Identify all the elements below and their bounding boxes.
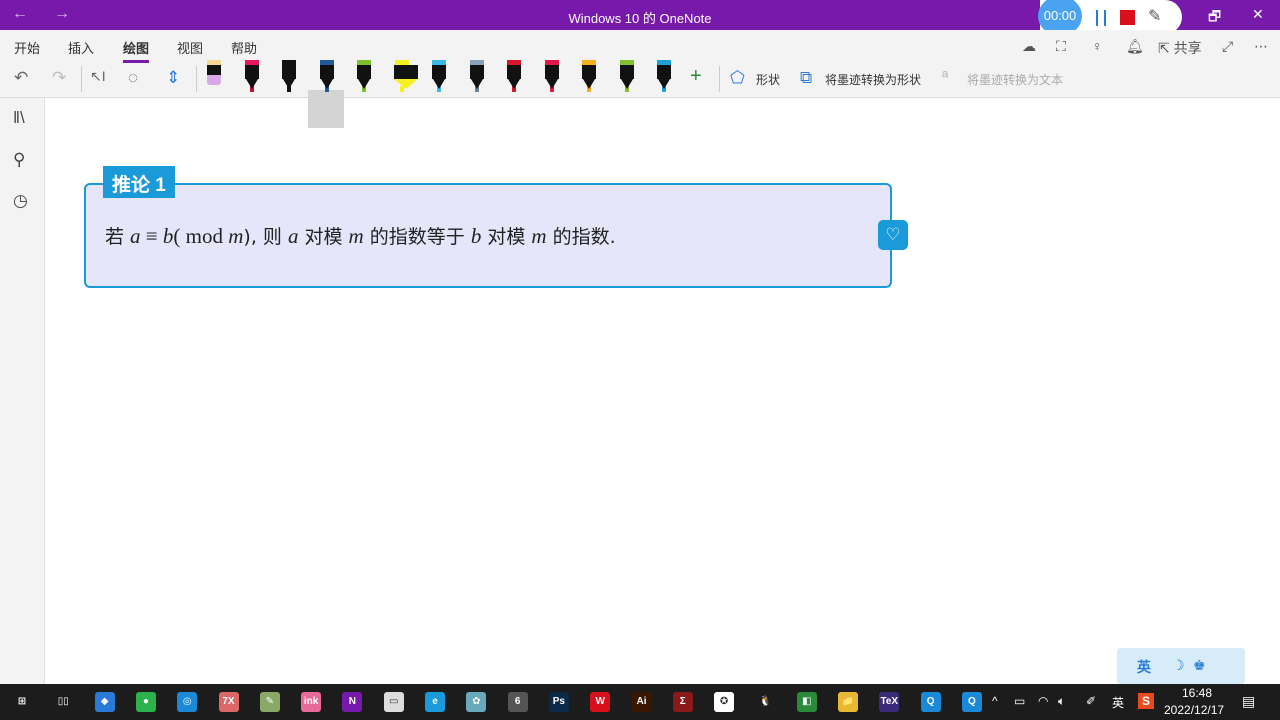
taskbar-start-icon[interactable]: ⊞: [12, 692, 32, 712]
lasso-text-select-icon[interactable]: ↖I: [90, 68, 106, 85]
ime-moon-icon[interactable]: ☽: [1172, 657, 1185, 674]
eraser-icon[interactable]: [206, 60, 222, 90]
taskbar-monitor-icon[interactable]: ▭: [383, 692, 404, 712]
pen-5-icon[interactable]: [393, 60, 418, 92]
undo-icon[interactable]: ↶: [14, 68, 28, 88]
pen-8-icon[interactable]: [506, 60, 522, 92]
clock-date[interactable]: 2022/12/17: [1164, 703, 1224, 717]
pen-tray-icon[interactable]: ✐: [1086, 694, 1096, 708]
more-icon[interactable]: ⋯: [1254, 38, 1268, 55]
pen-4-icon[interactable]: [356, 60, 372, 92]
ink-to-text-icon: ª: [942, 68, 949, 87]
stop-icon[interactable]: [1120, 10, 1135, 25]
expand-icon[interactable]: ⤢: [1222, 38, 1233, 55]
notifications-icon[interactable]: ▤: [1242, 693, 1255, 710]
taskbar-task-view-icon[interactable]: ▯▯: [53, 692, 73, 712]
taskbar: ⊞ ▯▯ ◆ ● ◎ 7X ✎ ink N ▭ e ✿ 6 Ps W Ai Σ ✪ 🐧 ◧ 📁 TeX Q Q ^ ▭ ◠ 🔈…: [0, 684, 1280, 720]
insert-space-icon[interactable]: ⇕: [166, 68, 180, 88]
volume-icon[interactable]: 🔈︎: [1058, 694, 1065, 709]
taskbar-wps-icon[interactable]: W: [590, 692, 611, 712]
tab-draw[interactable]: 绘图: [123, 38, 150, 63]
taskbar-illustrator-icon[interactable]: Ai: [631, 692, 652, 712]
share-label: 共享: [1173, 40, 1202, 56]
taskbar-app-pink-icon[interactable]: ink: [301, 692, 322, 712]
tab-help[interactable]: 帮助: [231, 38, 257, 57]
tab-home[interactable]: 开始: [14, 38, 40, 57]
taskbar-edge-icon[interactable]: e: [425, 692, 445, 712]
divider: [719, 66, 720, 92]
taskbar-explorer-icon[interactable]: 📁: [838, 692, 858, 712]
input-language[interactable]: 英: [1112, 694, 1124, 711]
taskbar-app-6-icon[interactable]: 6: [507, 692, 528, 712]
divider: [196, 66, 197, 92]
sidebar: ‖\ ⚲ ◷: [0, 98, 45, 684]
taskbar-app-mixed-icon[interactable]: ◧: [796, 692, 817, 712]
pen-7-icon[interactable]: [469, 60, 485, 92]
pen-12-icon[interactable]: [656, 60, 672, 92]
taskbar-app-q1-icon[interactable]: Q: [920, 692, 941, 712]
ink-to-shape-icon[interactable]: ⧉: [800, 68, 812, 88]
show-hidden-icons[interactable]: ^: [992, 694, 998, 708]
lasso-select-icon[interactable]: ◌: [128, 68, 138, 88]
search-icon[interactable]: ⚲: [13, 150, 25, 170]
ime-language[interactable]: 英: [1137, 657, 1151, 677]
taskbar-photoshop-icon[interactable]: Ps: [548, 692, 569, 712]
taskbar-feishu-icon[interactable]: ◆: [94, 692, 115, 712]
taskbar-browser-icon[interactable]: ◎: [177, 692, 198, 712]
ink-to-shape-button[interactable]: 将墨迹转换为形状: [825, 71, 921, 88]
taskbar-7x-icon[interactable]: 7X: [218, 692, 239, 712]
corollary-text[interactable]: 若 a ≡ b( mod m), 则 a 对模 m 的指数等于 b 对模 m 的…: [105, 222, 616, 249]
pen-6-icon[interactable]: [431, 60, 447, 92]
pencil-icon[interactable]: ✎: [1148, 6, 1161, 26]
pen-2-icon[interactable]: [281, 60, 297, 92]
taskbar-wechat-icon[interactable]: ●: [135, 692, 156, 712]
taskbar-app-q2-icon[interactable]: Q: [961, 692, 982, 712]
shapes-button[interactable]: 形状: [756, 71, 780, 88]
lightbulb-icon[interactable]: ♀: [1092, 38, 1103, 54]
recent-clock-icon[interactable]: ◷: [13, 191, 28, 211]
redo-icon[interactable]: ↷: [52, 68, 66, 88]
bell-icon[interactable]: 🔔︎: [1126, 38, 1144, 55]
sync-icon[interactable]: ☁: [1022, 38, 1036, 55]
pen-1-icon[interactable]: [244, 60, 260, 92]
taskbar-app-sigma-icon[interactable]: Σ: [672, 692, 693, 712]
taskbar-onenote-icon[interactable]: N: [342, 692, 363, 712]
heart-icon[interactable]: ♡: [878, 220, 908, 250]
pen-9-icon[interactable]: [544, 60, 560, 92]
taskbar-app-gear-icon[interactable]: ✪: [714, 692, 735, 712]
ribbon: 开始 插入 绘图 视图 帮助 ☁ ⛶ ♀ 🔔︎ ⇱ 共享 ⤢ ⋯ ↶ ↷ ↖I …: [0, 30, 1280, 128]
taskbar-app-flower-icon[interactable]: ✿: [466, 692, 487, 712]
shapes-icon[interactable]: ⬠: [730, 68, 745, 88]
clock-time[interactable]: 16:48: [1182, 686, 1212, 700]
sogou-ime-icon[interactable]: S: [1138, 693, 1155, 709]
close-button[interactable]: ✕: [1252, 6, 1264, 23]
ink-to-text-button: 将墨迹转换为文本: [967, 73, 1064, 87]
selected-pen-highlight: [308, 90, 344, 128]
pen-10-icon[interactable]: [581, 60, 597, 92]
battery-icon[interactable]: ▭: [1014, 694, 1025, 708]
screen-recorder-widget: 00:00 ✎: [1038, 0, 1182, 36]
taskbar-paint-icon[interactable]: ✎: [259, 692, 280, 712]
wifi-icon[interactable]: ◠: [1038, 694, 1048, 708]
tab-view[interactable]: 视图: [177, 38, 203, 57]
add-pen-button[interactable]: +: [690, 65, 702, 88]
pen-11-icon[interactable]: [619, 60, 635, 92]
taskbar-qq-icon[interactable]: 🐧: [755, 692, 775, 712]
fullscreen-icon[interactable]: ⛶: [1056, 38, 1066, 55]
tab-insert[interactable]: 插入: [68, 38, 94, 57]
ime-toolbar: 英 ☽ ♚: [1117, 648, 1245, 684]
ime-skin-icon[interactable]: ♚: [1193, 657, 1206, 674]
restore-button[interactable]: 🗗: [1208, 6, 1221, 30]
share-button[interactable]: ⇱ 共享: [1158, 38, 1202, 58]
pause-icon[interactable]: [1096, 10, 1106, 26]
notebooks-icon[interactable]: ‖\: [13, 108, 25, 128]
divider: [81, 66, 82, 92]
pen-3-icon[interactable]: [319, 60, 335, 92]
taskbar-tex-icon[interactable]: TeX: [879, 692, 900, 712]
corollary-tag: 推论 1: [103, 166, 175, 198]
